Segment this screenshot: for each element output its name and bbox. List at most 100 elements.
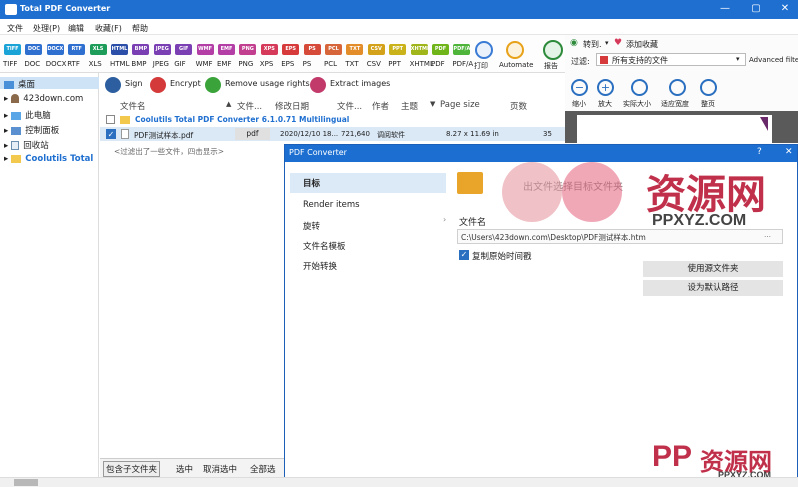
format-rtf-icon[interactable]: RTF <box>68 44 86 55</box>
zoom-out-label[interactable]: 缩小 <box>572 99 586 109</box>
format-ppt-label[interactable]: PPT <box>388 60 401 68</box>
menu-help[interactable]: 帮助 <box>132 23 148 34</box>
nav-render-items[interactable]: Render items <box>303 200 360 210</box>
format-txt-label[interactable]: TXT <box>345 60 358 68</box>
sign-icon[interactable] <box>105 77 121 93</box>
extract-images-button[interactable]: Extract images <box>330 79 390 88</box>
close-button[interactable]: ✕ <box>778 2 792 16</box>
dialog-close-button[interactable]: ✕ <box>785 147 793 157</box>
format-xps-icon[interactable]: XPS <box>260 44 278 55</box>
full-page-label[interactable]: 整页 <box>701 99 715 109</box>
nav-start-conversion[interactable]: 开始转换 <box>303 260 337 272</box>
column-header-name[interactable]: 文件名 <box>120 100 146 112</box>
dialog-help-button[interactable]: ? <box>757 147 762 157</box>
zoom-out-icon[interactable]: − <box>571 79 588 96</box>
select-all-button[interactable]: 全部选 <box>250 463 276 475</box>
expand-arrow-icon[interactable]: ▸ <box>4 154 8 164</box>
format-png-label[interactable]: PNG <box>238 60 253 68</box>
format-pdf-label[interactable]: PDF <box>431 60 445 68</box>
format-ps-icon[interactable]: PS <box>303 44 321 55</box>
automate-icon[interactable] <box>506 41 524 59</box>
menu-process[interactable]: 处理(P) <box>33 23 60 34</box>
tree-item-user[interactable]: ▸ 423down.com <box>4 94 83 104</box>
format-eps-label[interactable]: EPS <box>281 60 294 68</box>
column-header-page-size[interactable]: Page size <box>440 100 480 110</box>
column-header-date[interactable]: 修改日期 <box>275 100 309 112</box>
format-pdf-a-icon[interactable]: PDF/A <box>453 44 471 55</box>
actual-size-label[interactable]: 实际大小 <box>623 99 651 109</box>
format-tiff-icon[interactable]: TIFF <box>4 44 21 55</box>
format-gif-icon[interactable]: GIF <box>175 44 193 55</box>
format-wmf-icon[interactable]: WMF <box>196 44 214 55</box>
goto-button[interactable]: 转到. <box>583 39 602 50</box>
format-eps-icon[interactable]: EPS <box>282 44 300 55</box>
format-xls-label[interactable]: XLS <box>89 60 102 68</box>
remove-usage-rights-button[interactable]: Remove usage rights <box>225 79 310 88</box>
use-source-folder-button[interactable]: 使用源文件夹 <box>643 261 783 277</box>
column-header-size[interactable]: 文件... <box>337 100 362 112</box>
column-header-type[interactable]: 文件... <box>237 100 262 112</box>
row-checkbox-checked[interactable]: ✓ <box>106 129 116 139</box>
format-docx-icon[interactable]: DOCX <box>46 44 64 55</box>
zoom-in-label[interactable]: 放大 <box>598 99 612 109</box>
column-header-author[interactable]: 作者 <box>372 100 389 112</box>
tree-item-control-panel[interactable]: ▸ 控制面板 <box>4 124 59 136</box>
extract-images-icon[interactable] <box>310 77 326 93</box>
format-emf-label[interactable]: EMF <box>217 60 232 68</box>
report-button-label[interactable]: 报告 <box>544 61 558 71</box>
automate-button-label[interactable]: Automate <box>499 61 533 69</box>
filter-select[interactable]: 所有支持的文件 ▾ <box>596 53 746 66</box>
format-jpeg-icon[interactable]: JPEG <box>153 44 171 55</box>
column-header-pages[interactable]: 页数 <box>510 100 527 112</box>
menu-file[interactable]: 文件 <box>7 23 23 34</box>
expand-arrow-icon[interactable]: ▸ <box>4 94 8 104</box>
format-xhtml-icon[interactable]: XHTML <box>410 44 430 55</box>
format-xls-icon[interactable]: XLS <box>89 44 107 55</box>
format-tiff-label[interactable]: TIFF <box>3 60 17 68</box>
remove-rights-icon[interactable] <box>205 77 221 93</box>
menu-edit[interactable]: 编辑 <box>68 23 84 34</box>
fit-width-icon[interactable] <box>669 79 686 96</box>
format-csv-label[interactable]: CSV <box>367 60 381 68</box>
scrollbar-thumb[interactable] <box>14 479 38 486</box>
print-button-label[interactable]: 打印 <box>474 61 488 71</box>
advanced-filter-link[interactable]: Advanced filter <box>749 56 798 64</box>
format-pdf-icon[interactable]: PDF <box>432 44 449 55</box>
format-bmp-label[interactable]: BMP <box>131 60 146 68</box>
filter-funnel-icon[interactable]: ▼ <box>430 100 435 108</box>
format-csv-icon[interactable]: CSV <box>367 44 385 55</box>
print-icon[interactable] <box>475 41 493 59</box>
tree-item-coolutils[interactable]: ▸ Coolutils Total <box>4 154 93 164</box>
format-bmp-icon[interactable]: BMP <box>132 44 150 55</box>
minimize-button[interactable]: — <box>718 2 732 16</box>
format-pcl-icon[interactable]: PCL <box>325 44 342 55</box>
format-pdf-a-label[interactable]: PDF/A <box>452 60 473 68</box>
copy-timestamp-label[interactable]: 复制原始时间戳 <box>472 250 532 262</box>
copy-timestamp-checkbox[interactable]: ✓ <box>459 250 469 260</box>
nav-filename-template[interactable]: 文件名模板 <box>303 240 346 252</box>
actual-size-icon[interactable] <box>631 79 648 96</box>
expand-arrow-icon[interactable]: ▸ <box>4 141 8 151</box>
format-ppt-icon[interactable]: PPT <box>389 44 407 55</box>
format-rtf-label[interactable]: RTF <box>67 60 80 68</box>
menu-favorites[interactable]: 收藏(F) <box>95 23 122 34</box>
format-emf-icon[interactable]: EMF <box>218 44 235 55</box>
output-path-field[interactable]: C:\Users\423down.com\Desktop\PDF测试样本.htm… <box>457 229 783 244</box>
include-subfolders-button[interactable]: 包含子文件夹 <box>103 461 161 477</box>
add-favorite-button[interactable]: 添加收藏 <box>626 39 658 50</box>
table-row[interactable]: ✓ PDF测试样本.pdf pdf 2020/12/10 18... 721,6… <box>100 127 570 141</box>
full-page-icon[interactable] <box>700 79 717 96</box>
format-jpeg-label[interactable]: JPEG <box>153 60 169 68</box>
format-ps-label[interactable]: PS <box>303 60 312 68</box>
maximize-button[interactable]: ▢ <box>749 2 763 16</box>
fit-width-label[interactable]: 适应宽度 <box>661 99 689 109</box>
format-png-icon[interactable]: PNG <box>239 44 257 55</box>
tree-item-this-pc[interactable]: ▸ 此电脑 <box>4 109 51 121</box>
expand-arrow-icon[interactable]: ▸ <box>4 111 8 121</box>
zoom-in-icon[interactable]: + <box>597 79 614 96</box>
select-button[interactable]: 选中 <box>176 463 193 475</box>
format-wmf-label[interactable]: WMF <box>196 60 213 68</box>
format-docx-label[interactable]: DOCX <box>46 60 67 68</box>
format-html-label[interactable]: HTML <box>110 60 129 68</box>
browse-button[interactable]: … <box>764 231 771 239</box>
